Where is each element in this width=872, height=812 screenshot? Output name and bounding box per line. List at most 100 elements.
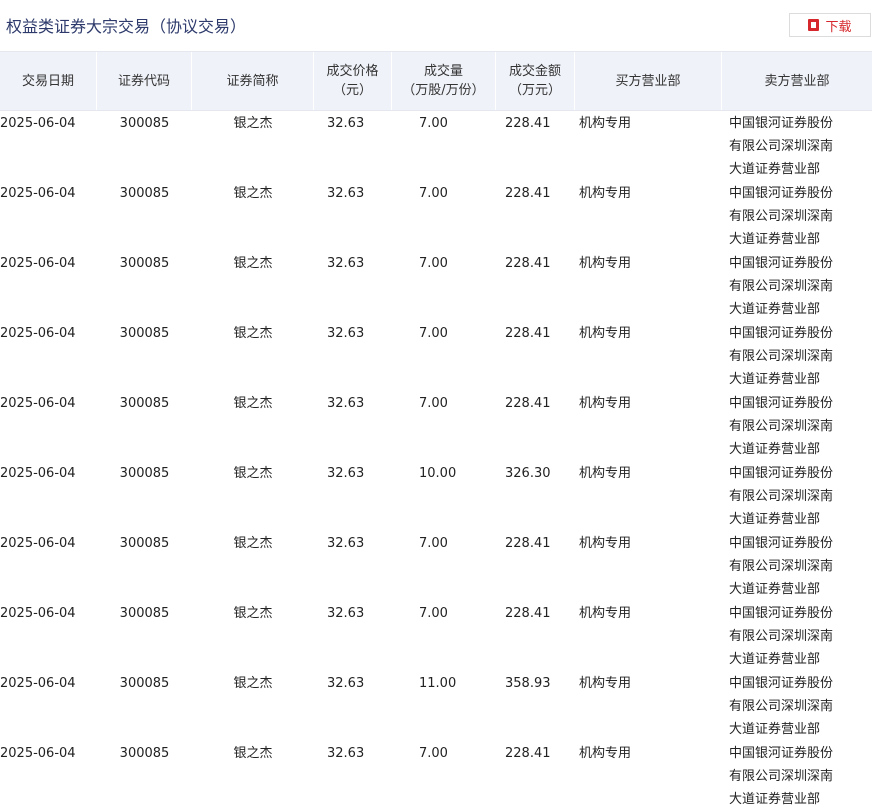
table-body: 2025-06-04 300085 银之杰 32.63 7.00 228.41 机构专用 中国… <box>0 111 872 811</box>
table-row: 2025-06-04 300085 银之杰 32.63 7.00 228.41 机构专用 中国… <box>0 321 872 391</box>
cell-name: 银之杰 <box>233 256 273 271</box>
table-row: 2025-06-04 300085 银之杰 32.63 11.00 358.93 机构专用 中… <box>0 671 872 741</box>
cell-code: 300085 <box>119 676 170 691</box>
cell-price: 32.63 <box>327 466 365 481</box>
cell-volume: 7.00 <box>419 606 448 621</box>
cell-amount: 228.41 <box>505 536 551 551</box>
cell-code: 300085 <box>119 116 170 131</box>
cell-amount: 228.41 <box>505 326 551 341</box>
cell-volume: 7.00 <box>419 396 448 411</box>
cell-name: 银之杰 <box>233 396 273 411</box>
cell-amount: 228.41 <box>505 186 551 201</box>
cell-date: 2025-06-04 <box>0 116 76 131</box>
cell-name: 银之杰 <box>233 466 273 481</box>
header-name: 证券简称 <box>192 52 314 110</box>
cell-code: 300085 <box>119 326 170 341</box>
cell-date: 2025-06-04 <box>0 746 76 761</box>
cell-date: 2025-06-04 <box>0 326 76 341</box>
cell-code: 300085 <box>119 256 170 271</box>
cell-date: 2025-06-04 <box>0 466 76 481</box>
cell-price: 32.63 <box>327 536 365 551</box>
cell-date: 2025-06-04 <box>0 256 76 271</box>
cell-buyer: 机构专用 <box>579 606 632 621</box>
cell-volume: 7.00 <box>419 326 448 341</box>
cell-seller: 中国银河证券股份有限公司深圳深南大道证券营业部 <box>729 396 834 457</box>
cell-buyer: 机构专用 <box>579 676 632 691</box>
cell-amount: 228.41 <box>505 256 551 271</box>
cell-buyer: 机构专用 <box>579 466 632 481</box>
cell-buyer: 机构专用 <box>579 396 632 411</box>
cell-code: 300085 <box>119 396 170 411</box>
header-seller: 卖方营业部 <box>764 73 830 89</box>
cell-seller: 中国银河证券股份有限公司深圳深南大道证券营业部 <box>729 676 834 737</box>
cell-volume: 11.00 <box>419 676 457 691</box>
cell-date: 2025-06-04 <box>0 536 76 551</box>
table-row: 2025-06-04 300085 银之杰 32.63 10.00 326.30 机构专用 中… <box>0 461 872 531</box>
cell-code: 300085 <box>119 606 170 621</box>
cell-code: 300085 <box>119 746 170 761</box>
table-row: 2025-06-04 300085 银之杰 32.63 7.00 228.41 机构专用 中国… <box>0 111 872 181</box>
table-row: 2025-06-04 300085 银之杰 32.63 7.00 228.41 机构专用 中国… <box>0 601 872 671</box>
header-buyer: 买方营业部 <box>575 52 722 110</box>
cell-buyer: 机构专用 <box>579 256 632 271</box>
table-header: 交易日期 证券代码 证券简称 成交价格 （元） 成交量 （万股/万份） 成交金额 （万… <box>0 51 872 111</box>
cell-seller: 中国银河证券股份有限公司深圳深南大道证券营业部 <box>729 466 834 527</box>
table-row: 2025-06-04 300085 银之杰 32.63 7.00 228.41 机构专用 中国… <box>0 741 872 811</box>
cell-volume: 7.00 <box>419 116 448 131</box>
cell-buyer: 机构专用 <box>579 326 632 341</box>
download-label: 下载 <box>825 19 852 35</box>
cell-buyer: 机构专用 <box>579 536 632 551</box>
page-title: 权益类证券大宗交易（协议交易） <box>6 17 247 36</box>
cell-name: 银之杰 <box>233 116 273 131</box>
header-amount: 成交金额 （万元） <box>496 52 575 110</box>
table-row: 2025-06-04 300085 银之杰 32.63 7.00 228.41 机构专用 中国… <box>0 391 872 461</box>
cell-price: 32.63 <box>327 186 365 201</box>
cell-buyer: 机构专用 <box>579 116 632 131</box>
download-button[interactable]: 下载 <box>789 13 871 37</box>
table-row: 2025-06-04 300085 银之杰 32.63 7.00 228.41 机构专用 中国… <box>0 531 872 601</box>
header-price: 成交价格 （元） <box>314 52 392 110</box>
cell-code: 300085 <box>119 186 170 201</box>
cell-name: 银之杰 <box>233 186 273 201</box>
title-bar: 权益类证券大宗交易（协议交易） 下载 <box>0 0 872 50</box>
cell-date: 2025-06-04 <box>0 396 76 411</box>
cell-date: 2025-06-04 <box>0 606 76 621</box>
cell-price: 32.63 <box>327 116 365 131</box>
cell-name: 银之杰 <box>233 746 273 761</box>
cell-amount: 228.41 <box>505 396 551 411</box>
cell-volume: 7.00 <box>419 186 448 201</box>
cell-volume: 7.00 <box>419 746 448 761</box>
cell-seller: 中国银河证券股份有限公司深圳深南大道证券营业部 <box>729 606 834 667</box>
cell-seller: 中国银河证券股份有限公司深圳深南大道证券营业部 <box>729 116 834 177</box>
cell-name: 银之杰 <box>233 326 273 341</box>
cell-code: 300085 <box>119 466 170 481</box>
cell-seller: 中国银河证券股份有限公司深圳深南大道证券营业部 <box>729 326 834 387</box>
table-row: 2025-06-04 300085 银之杰 32.63 7.00 228.41 机构专用 中国… <box>0 181 872 251</box>
cell-price: 32.63 <box>327 326 365 341</box>
cell-seller: 中国银河证券股份有限公司深圳深南大道证券营业部 <box>729 256 834 317</box>
cell-buyer: 机构专用 <box>579 746 632 761</box>
cell-price: 32.63 <box>327 396 365 411</box>
cell-name: 银之杰 <box>233 606 273 621</box>
cell-name: 银之杰 <box>233 536 273 551</box>
cell-seller: 中国银河证券股份有限公司深圳深南大道证券营业部 <box>729 536 834 597</box>
cell-amount: 228.41 <box>505 746 551 761</box>
table-row: 2025-06-04 300085 银之杰 32.63 7.00 228.41 机构专用 中国… <box>0 251 872 321</box>
cell-amount: 228.41 <box>505 606 551 621</box>
header-code: 证券代码 <box>97 52 192 110</box>
cell-name: 银之杰 <box>233 676 273 691</box>
cell-volume: 7.00 <box>419 536 448 551</box>
cell-volume: 7.00 <box>419 256 448 271</box>
cell-volume: 10.00 <box>419 466 457 481</box>
cell-date: 2025-06-04 <box>0 186 76 201</box>
cell-amount: 358.93 <box>505 676 551 691</box>
download-icon <box>808 19 820 31</box>
cell-price: 32.63 <box>327 746 365 761</box>
block-trade-table: 交易日期 证券代码 证券简称 成交价格 （元） 成交量 （万股/万份） 成交金额 （万… <box>0 51 872 811</box>
cell-amount: 326.30 <box>505 466 551 481</box>
cell-price: 32.63 <box>327 606 365 621</box>
cell-price: 32.63 <box>327 256 365 271</box>
cell-date: 2025-06-04 <box>0 676 76 691</box>
cell-code: 300085 <box>119 536 170 551</box>
header-date: 交易日期 <box>0 52 97 110</box>
